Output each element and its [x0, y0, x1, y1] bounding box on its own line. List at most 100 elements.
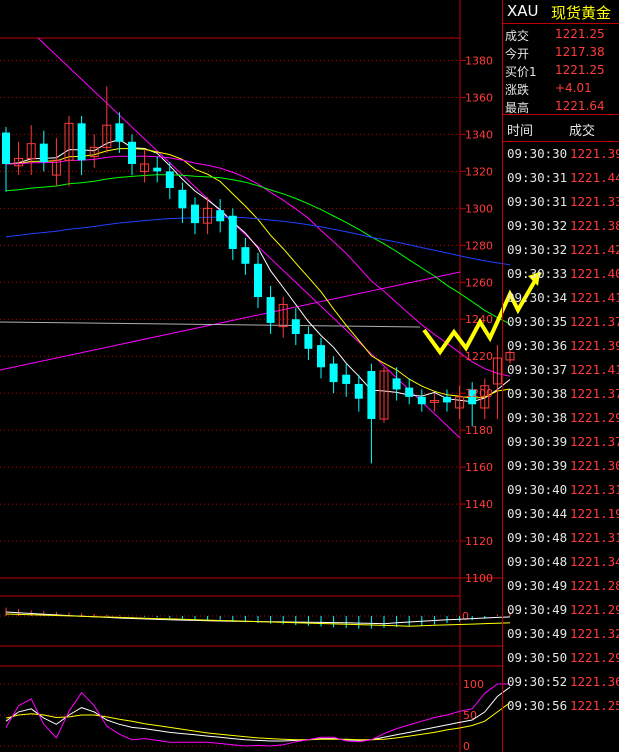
- kdj-k-line: [5, 686, 511, 742]
- candle-body-down: [153, 167, 162, 172]
- price-tick-label: 1180: [465, 424, 493, 437]
- tick-row[interactable]: 09:30:34 1221.41: [503, 286, 619, 310]
- candle-body-down: [291, 319, 300, 335]
- tick-price: 1221.29: [570, 650, 619, 665]
- candle-body-down: [392, 378, 401, 390]
- tick-price: 1221.36: [570, 674, 619, 689]
- candle-body-down: [128, 141, 136, 164]
- tick-row[interactable]: 09:30:30 1221.39: [503, 142, 619, 166]
- tick-row[interactable]: 09:30:49 1221.29: [503, 598, 619, 622]
- tick-price: 1221.29: [570, 410, 619, 425]
- tick-row[interactable]: 09:30:39 1221.30: [503, 454, 619, 478]
- tick-row[interactable]: 09:30:48 1221.34: [503, 550, 619, 574]
- price-tick-label: 1300: [465, 202, 493, 215]
- candle-body-down: [178, 189, 187, 209]
- price-tick-label: 1200: [465, 387, 493, 400]
- tick-price: 1221.37: [570, 314, 619, 329]
- price-tick-label: 1220: [465, 350, 493, 363]
- candle-body-down: [329, 363, 338, 383]
- candle-body-down: [191, 204, 199, 224]
- tick-price: 1221.33: [570, 194, 619, 209]
- tick-row[interactable]: 09:30:40 1221.31: [503, 478, 619, 502]
- tick-price: 1221.44: [570, 170, 619, 185]
- tick-row[interactable]: 09:30:32 1221.38: [503, 214, 619, 238]
- tick-row[interactable]: 09:30:56 1221.25: [503, 694, 619, 718]
- tick-row[interactable]: 09:30:32 1221.42: [503, 238, 619, 262]
- candle-body-down: [417, 396, 426, 405]
- candle-body-down: [304, 334, 313, 349]
- tick-time: 09:30:44: [507, 506, 568, 521]
- symbol-name: 现货黄金: [551, 4, 612, 22]
- quote-value: 1221.64: [555, 99, 605, 113]
- quote-value: 1217.38: [555, 45, 605, 59]
- tick-row[interactable]: 09:30:35 1221.37: [503, 310, 619, 334]
- tick-price: 1221.34: [570, 554, 619, 569]
- tick-time: 09:30:36: [507, 338, 568, 353]
- tick-time: 09:30:39: [507, 434, 568, 449]
- tick-row[interactable]: 09:30:31 1221.33: [503, 190, 619, 214]
- tick-price: 1221.31: [570, 530, 619, 545]
- tick-price: 1221.37: [570, 434, 619, 449]
- tick-time: 09:30:31: [507, 194, 568, 209]
- tick-price: 1221.41: [570, 362, 619, 377]
- tick-time: 09:30:52: [507, 674, 568, 689]
- price-tick-label: 1140: [465, 498, 493, 511]
- tick-row[interactable]: 09:30:52 1221.36: [503, 670, 619, 694]
- tick-row[interactable]: 09:30:49 1221.32: [503, 622, 619, 646]
- tick-price: 1221.32: [570, 626, 619, 641]
- tick-row[interactable]: 09:30:38 1221.37: [503, 382, 619, 406]
- tick-price-header: 成交: [569, 124, 596, 139]
- tick-row[interactable]: 09:30:38 1221.29: [503, 406, 619, 430]
- tick-time: 09:30:50: [507, 650, 568, 665]
- tick-price: 1221.42: [570, 242, 619, 257]
- tick-price: 1221.19: [570, 506, 619, 521]
- price-tick-label: 1120: [465, 535, 493, 548]
- tick-row[interactable]: 09:30:37 1221.41: [503, 358, 619, 382]
- tick-price: 1221.25: [570, 698, 619, 713]
- tick-time: 09:30:33: [507, 266, 568, 281]
- tick-row[interactable]: 09:30:44 1221.19: [503, 502, 619, 526]
- horizontal-line: [0, 321, 421, 328]
- tick-row[interactable]: 09:30:36 1221.39: [503, 334, 619, 358]
- tick-price: 1221.41: [570, 290, 619, 305]
- tick-time: 09:30:48: [507, 530, 568, 545]
- tick-price: 1221.37: [570, 386, 619, 401]
- tick-time: 09:30:49: [507, 626, 568, 641]
- tick-row[interactable]: 09:30:39 1221.37: [503, 430, 619, 454]
- macd-zero-label: 0: [462, 610, 469, 623]
- candle-body-down: [254, 263, 262, 298]
- candle-body-down: [367, 370, 376, 420]
- tick-price: 1221.39: [570, 146, 619, 161]
- tick-price: 1221.29: [570, 602, 619, 617]
- symbol-code: XAU: [507, 2, 539, 20]
- quote-value: +4.01: [555, 81, 592, 95]
- quote-label: 涨跌: [505, 83, 530, 97]
- candle-body-down: [266, 297, 275, 323]
- candle-body-down: [228, 215, 237, 250]
- kdj-tick-label: 100: [463, 678, 484, 691]
- candle-body-down: [443, 396, 451, 403]
- kdj-panel: 100500: [0, 665, 511, 752]
- candle-body-down: [77, 123, 86, 161]
- tick-row[interactable]: 09:30:50 1221.29: [503, 646, 619, 670]
- tick-price: 1221.30: [570, 458, 619, 473]
- main-chart-grid: [0, 0, 502, 752]
- tick-time: 09:30:32: [507, 218, 568, 233]
- candle-body-down: [39, 143, 48, 163]
- price-tick-label: 1320: [465, 165, 493, 178]
- candle-body-down: [342, 374, 351, 384]
- kdj-tick-label: 0: [463, 740, 470, 752]
- price-tick-label: 1100: [465, 572, 493, 585]
- tick-row[interactable]: 09:30:33 1221.40: [503, 262, 619, 286]
- tick-time: 09:30:31: [507, 170, 568, 185]
- tick-row[interactable]: 09:30:31 1221.44: [503, 166, 619, 190]
- candle-body-down: [354, 383, 363, 399]
- tick-price: 1221.31: [570, 482, 619, 497]
- tick-row[interactable]: 09:30:49 1221.28: [503, 574, 619, 598]
- quote-label: 买价1: [505, 65, 537, 79]
- quote-sidebar: XAU 现货黄金 成交 1221.25 今开 1217.38 买价1 1221.25 涨跌 +…: [502, 0, 619, 752]
- quote-row: 成交 1221.25: [505, 26, 618, 44]
- tick-time: 09:30:34: [507, 290, 568, 305]
- tick-price: 1221.28: [570, 578, 619, 593]
- tick-row[interactable]: 09:30:48 1221.31: [503, 526, 619, 550]
